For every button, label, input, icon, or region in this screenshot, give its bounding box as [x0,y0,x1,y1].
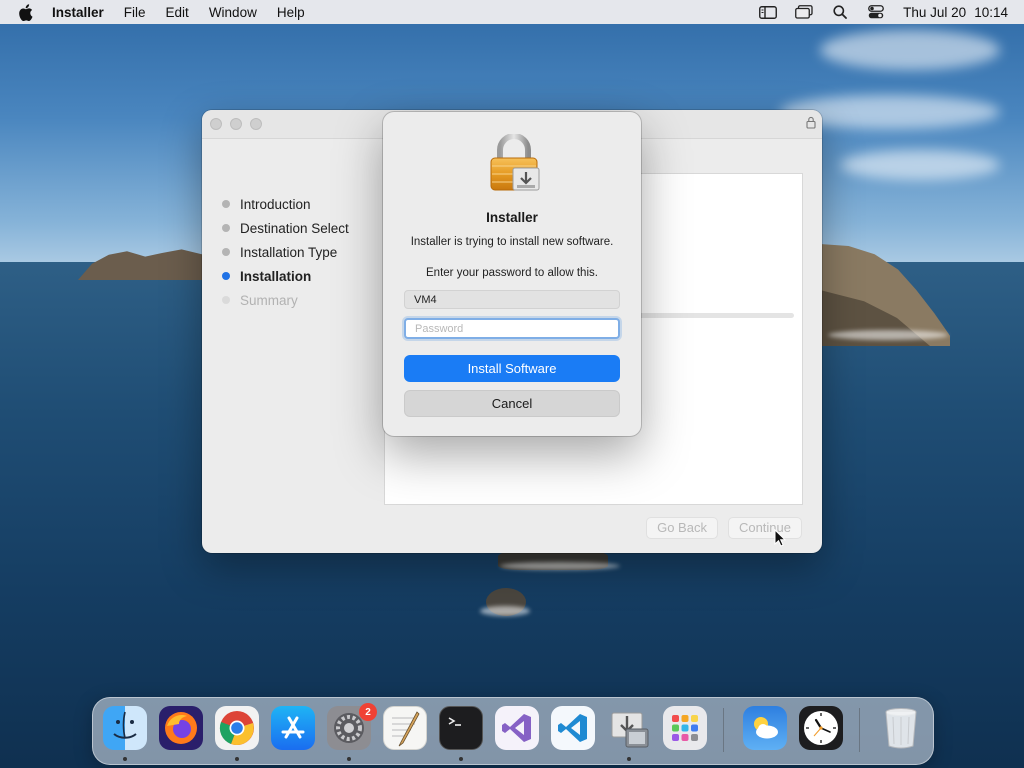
wallpaper-cloud [820,30,1000,70]
installation-progress-bar [638,313,794,318]
step-introduction: Introduction [222,192,349,216]
finder-icon[interactable] [103,706,147,750]
launchpad-icon[interactable] [663,706,707,750]
step-label: Summary [240,292,298,308]
installer-lock-icon [488,133,542,194]
apple-menu-icon[interactable] [18,3,34,21]
installer-running-indicator [627,757,631,761]
step-bullet [222,224,230,232]
username-field[interactable] [404,290,620,309]
trash-icon[interactable] [879,706,923,750]
visual-studio-icon[interactable] [495,706,539,750]
step-summary: Summary [222,288,349,312]
zoom-button[interactable] [250,118,262,130]
dialog-title: Installer [486,210,538,225]
menu-app-name[interactable]: Installer [52,5,104,20]
menu-bar-time[interactable]: 10:14 [974,5,1008,20]
system-preferences-icon[interactable]: 2 [327,703,377,750]
menu-file[interactable]: File [124,5,146,20]
wallpaper-cloud [840,150,1000,180]
menu-help[interactable]: Help [277,5,305,20]
dock: 2 [92,697,934,765]
sidebar-toggle-icon[interactable] [759,5,778,19]
minimize-button[interactable] [230,118,242,130]
wallpaper-foam [828,330,948,340]
chrome-running-indicator [235,757,239,761]
menu-window[interactable]: Window [209,5,257,20]
weather-icon[interactable] [743,706,787,750]
step-installation-type: Installation Type [222,240,349,264]
terminal-icon[interactable] [439,706,483,750]
mouse-cursor-icon [774,528,787,547]
firefox-icon[interactable] [159,706,203,750]
finder-running-indicator [123,757,127,761]
go-back-button[interactable]: Go Back [646,517,718,539]
clock-icon[interactable] [799,706,843,750]
step-bullet [222,296,230,304]
lock-icon [806,116,816,130]
menu-bar: Installer File Edit Window Help Thu Jul … [0,0,1024,24]
close-button[interactable] [210,118,222,130]
wallpaper-foam [500,562,620,570]
step-destination-select: Destination Select [222,216,349,240]
step-bullet [222,200,230,208]
step-bullet-active [222,272,230,280]
step-label: Installation [240,268,312,284]
settings-running-indicator [347,757,351,761]
authentication-dialog: Installer Installer is trying to install… [383,112,641,436]
vscode-icon[interactable] [551,706,595,750]
textedit-icon[interactable] [383,706,427,750]
chrome-icon[interactable] [215,706,259,750]
control-center-icon[interactable] [867,5,885,19]
terminal-running-indicator [459,757,463,761]
dialog-message: Installer is trying to install new softw… [410,236,614,248]
dialog-prompt: Enter your password to allow this. [426,267,598,279]
installer-steps: Introduction Destination Select Installa… [222,192,349,312]
step-installation: Installation [222,264,349,288]
dock-separator [859,708,860,752]
menu-edit[interactable]: Edit [166,5,189,20]
continue-button[interactable]: Continue [727,517,802,539]
notification-badge: 2 [359,703,377,721]
dock-separator [723,708,724,752]
screen-mirroring-icon[interactable] [795,5,813,19]
spotlight-search-icon[interactable] [831,5,849,19]
wallpaper-foam [480,606,530,616]
step-label: Destination Select [240,220,349,236]
menu-bar-date[interactable]: Thu Jul 20 [903,5,966,20]
install-software-button[interactable]: Install Software [404,355,620,382]
cancel-button[interactable]: Cancel [404,390,620,417]
step-label: Installation Type [240,244,338,260]
app-store-icon[interactable] [271,706,315,750]
step-bullet [222,248,230,256]
installer-app-icon[interactable] [607,706,651,750]
step-label: Introduction [240,196,311,212]
password-field[interactable] [404,318,620,339]
